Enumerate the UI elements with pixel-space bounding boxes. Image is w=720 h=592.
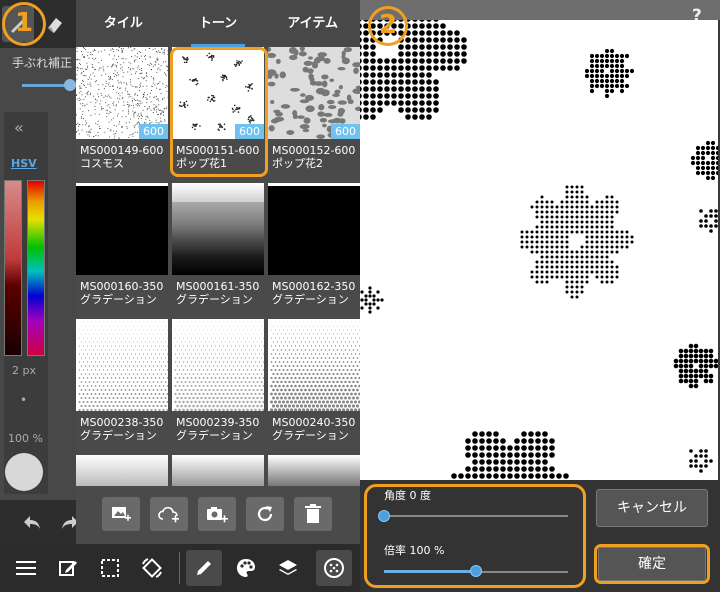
stabilizer-label: 手ぶれ補正 (12, 56, 73, 70)
tone-grid: 600 MS000149-600 コスモス 600 MS000151-600 ポップ… (76, 47, 360, 486)
tone-thumbnail (268, 319, 360, 411)
refresh-icon[interactable] (246, 497, 284, 531)
confirm-highlight (594, 544, 710, 584)
saturation-bar[interactable] (4, 180, 22, 356)
selected-tone-highlight (170, 47, 268, 177)
tone-caption: MS000160-350 グラデーション (80, 280, 164, 306)
tone-tile[interactable] (76, 455, 168, 486)
tone-caption: MS000152-600 ポップ花2 (272, 144, 356, 170)
tone-caption: MS000149-600 コスモス (80, 144, 164, 170)
tone-thumbnail (172, 319, 264, 411)
tone-thumbnail: 600 (268, 47, 360, 139)
tab-label: アイテム (287, 16, 339, 31)
tone-preview-canvas[interactable] (360, 20, 718, 480)
tone-thumbnail (268, 183, 360, 275)
collapse-icon[interactable]: « (14, 118, 24, 137)
tone-tile[interactable]: MS000240-350 グラデーション (268, 319, 360, 453)
palette-icon[interactable] (228, 550, 264, 586)
pen-icon[interactable] (186, 550, 222, 586)
tone-thumbnail (172, 183, 264, 275)
tone-thumbnail (76, 183, 168, 275)
tone-tile[interactable]: MS000238-350 グラデーション (76, 319, 168, 453)
scale-slider-knob[interactable] (470, 565, 482, 577)
toolbar-divider (179, 552, 180, 584)
tone-caption: MS000240-350 グラデーション (272, 416, 356, 442)
tab-tile[interactable]: タイル (76, 0, 171, 47)
transform-icon[interactable] (134, 550, 170, 586)
scale-slider-fill (384, 570, 476, 573)
preview-header (360, 0, 720, 20)
tone-thumbnail (76, 455, 168, 486)
tone-tile[interactable]: MS000161-350 グラデーション (172, 183, 264, 317)
tone-caption: MS000238-350 グラデーション (80, 416, 164, 442)
tone-tile[interactable]: MS000162-350 グラデーション (268, 183, 360, 317)
cloud-add-icon[interactable] (150, 497, 188, 531)
material-icon[interactable] (316, 550, 352, 586)
tone-picker-dialog: タイル トーン アイテム 600 MS000149-600 コスモス 600 MS… (76, 0, 360, 544)
tone-tile[interactable]: MS000239-350 グラデーション (172, 319, 264, 453)
delete-icon[interactable] (294, 497, 332, 531)
stabilizer-slider-knob[interactable] (64, 79, 76, 91)
tone-thumbnail (172, 455, 264, 486)
tone-dialog-footer (76, 486, 360, 544)
hue-bar[interactable] (27, 180, 45, 356)
cancel-button[interactable]: キャンセル (596, 489, 708, 527)
layers-icon[interactable] (270, 550, 306, 586)
step-marker-1: 1 (2, 2, 46, 46)
angle-label: 角度 0 度 (384, 489, 431, 502)
brush-size-value: 2 px (12, 364, 36, 377)
step-marker-2: 2 (368, 6, 408, 46)
opacity-value: 100 % (8, 432, 43, 445)
camera-add-icon[interactable] (198, 497, 236, 531)
edit-icon[interactable] (50, 550, 86, 586)
tab-label: トーン (198, 16, 238, 31)
tone-tile[interactable] (268, 455, 360, 486)
tone-caption: MS000162-350 グラデーション (272, 280, 356, 306)
tab-item[interactable]: アイテム (265, 0, 360, 47)
tone-thumbnail (268, 455, 360, 486)
undo-redo-row (0, 500, 78, 544)
color-mode-label[interactable]: HSV (11, 157, 37, 170)
tab-label: タイル (103, 16, 143, 31)
tone-caption: MS000239-350 グラデーション (176, 416, 260, 442)
current-color-swatch[interactable] (5, 453, 43, 491)
angle-slider-track[interactable] (384, 515, 568, 517)
tone-thumbnail (76, 319, 168, 411)
angle-slider-knob[interactable] (378, 510, 390, 522)
tone-tile[interactable]: MS000160-350 グラデーション (76, 183, 168, 317)
app-root: 1 手ぶれ補正 « HSV 2 px • 100 % タイル トーン アイテム … (0, 0, 720, 592)
tone-thumbnail: 600 (76, 47, 168, 139)
tone-tile[interactable]: 600 MS000152-600 ポップ花2 (268, 47, 360, 181)
bottom-toolbar (0, 544, 360, 592)
tone-tile[interactable]: 600 MS000149-600 コスモス (76, 47, 168, 181)
tab-bar: タイル トーン アイテム (76, 0, 360, 47)
tone-tile[interactable] (172, 455, 264, 486)
selection-icon[interactable] (92, 550, 128, 586)
tab-tone[interactable]: トーン (171, 0, 266, 47)
undo-icon[interactable] (20, 510, 44, 534)
brush-size-dot: • (20, 393, 28, 407)
menu-icon[interactable] (8, 550, 44, 586)
tone-badge: 600 (331, 124, 360, 139)
scale-label: 倍率 100 % (384, 544, 445, 557)
tone-caption: MS000161-350 グラデーション (176, 280, 260, 306)
tone-badge: 600 (139, 124, 168, 139)
add-image-icon[interactable] (102, 497, 140, 531)
